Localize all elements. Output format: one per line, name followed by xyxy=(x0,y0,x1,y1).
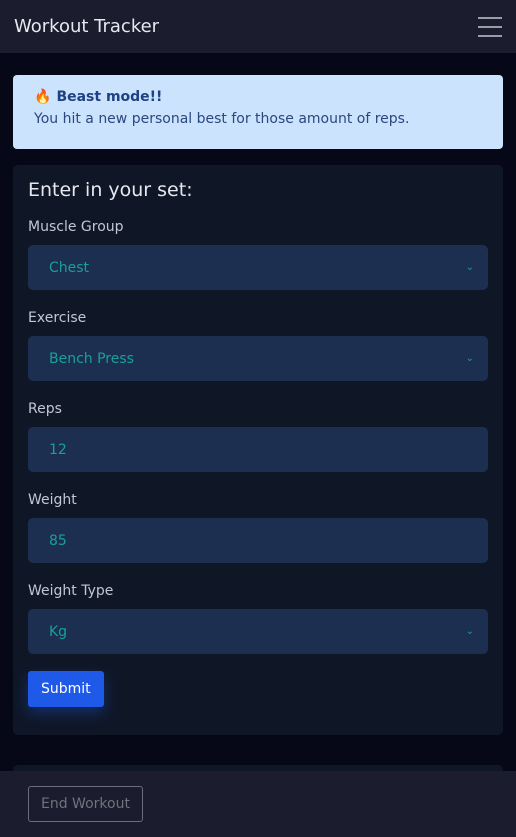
hamburger-icon[interactable] xyxy=(478,16,502,37)
reps-input[interactable]: 12 xyxy=(28,427,488,472)
set-form: Enter in your set: Muscle Group Chest ⌄ E… xyxy=(13,165,503,735)
weight-label: Weight xyxy=(28,492,77,508)
muscle-group-value: Chest xyxy=(49,259,90,276)
chevron-down-icon: ⌄ xyxy=(465,262,474,273)
navbar: Workout Tracker xyxy=(0,0,516,53)
success-alert: 🔥 Beast mode!! You hit a new personal bes… xyxy=(13,75,503,149)
reps-label: Reps xyxy=(28,401,62,417)
end-workout-button[interactable]: End Workout xyxy=(28,786,143,822)
fire-icon: 🔥 xyxy=(34,89,52,105)
exercise-select[interactable]: Bench Press ⌄ xyxy=(28,336,488,381)
muscle-group-select[interactable]: Chest ⌄ xyxy=(28,245,488,290)
form-heading: Enter in your set: xyxy=(28,179,193,201)
weight-type-value: Kg xyxy=(49,623,68,640)
exercise-label: Exercise xyxy=(28,310,87,326)
weight-type-select[interactable]: Kg ⌄ xyxy=(28,609,488,654)
chevron-down-icon: ⌄ xyxy=(465,353,474,364)
weight-value: 85 xyxy=(49,532,67,549)
app-title[interactable]: Workout Tracker xyxy=(14,16,159,37)
muscle-group-label: Muscle Group xyxy=(28,219,124,235)
alert-title: Beast mode!! xyxy=(56,89,163,105)
chevron-down-icon: ⌄ xyxy=(465,626,474,637)
reps-value: 12 xyxy=(49,441,67,458)
submit-button[interactable]: Submit xyxy=(28,671,104,707)
alert-message: You hit a new personal best for those am… xyxy=(34,111,410,127)
footer-bar: End Workout xyxy=(0,771,516,837)
weight-type-label: Weight Type xyxy=(28,583,114,599)
exercise-value: Bench Press xyxy=(49,350,134,367)
weight-input[interactable]: 85 xyxy=(28,518,488,563)
